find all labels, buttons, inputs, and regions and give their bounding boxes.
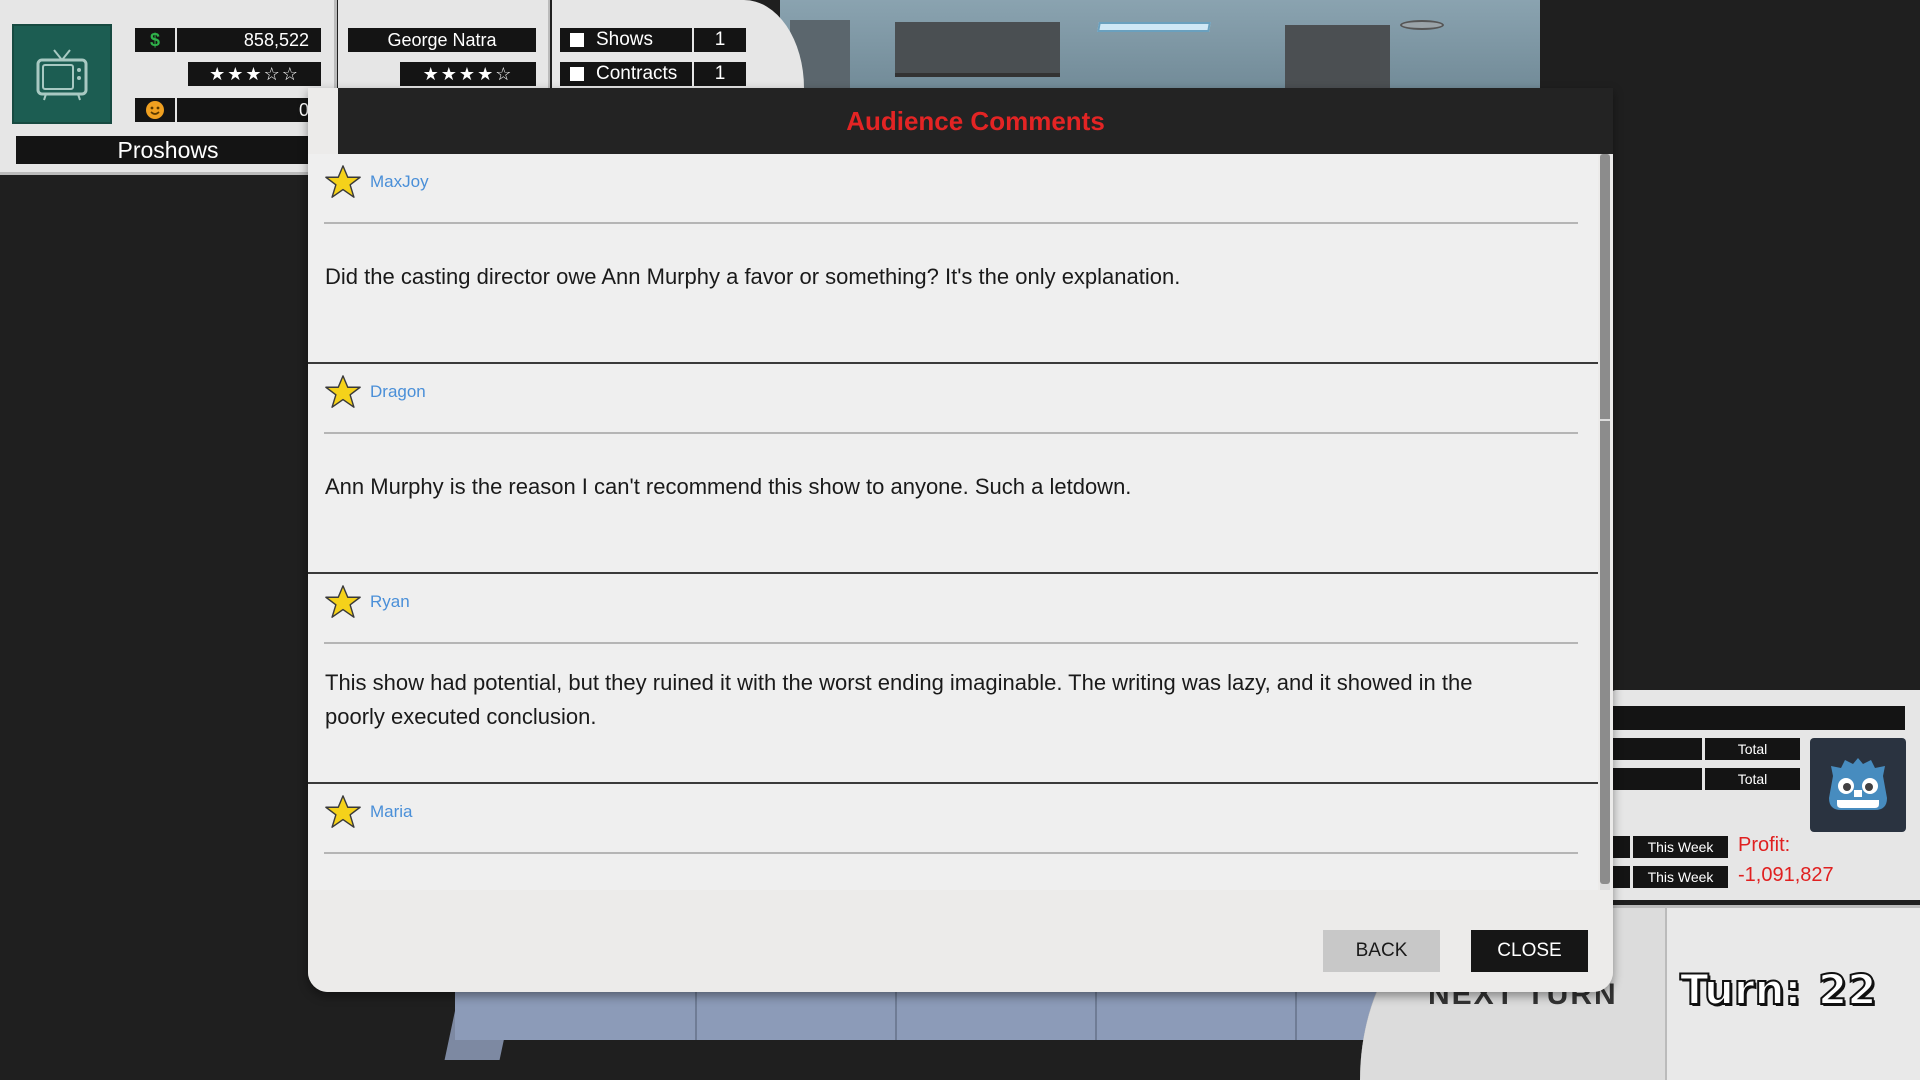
comment-header: Dragon bbox=[324, 372, 426, 412]
this-week-label: This Week bbox=[1633, 836, 1728, 858]
comment-text: Ann Murphy is the reason I can't recomme… bbox=[325, 474, 1132, 499]
finance-value-bar bbox=[1610, 738, 1702, 760]
office-floor bbox=[455, 985, 1405, 1040]
game-screen: $ 858,522 ★★★☆☆ 0 Proshows George Natra … bbox=[0, 0, 1920, 1080]
producer-panel: George Natra ★★★★☆ bbox=[338, 0, 550, 88]
comment-text: This show had potential, but they ruined… bbox=[325, 670, 1473, 729]
star-icon bbox=[325, 165, 361, 198]
star-icon bbox=[325, 795, 361, 828]
comment-item: Ryan This show had potential, but they r… bbox=[308, 574, 1598, 784]
finance-value-bar bbox=[1610, 768, 1702, 790]
turn-label: Turn: bbox=[1679, 964, 1802, 1015]
comments-scrollbar[interactable] bbox=[1600, 154, 1610, 890]
producer-rating-stars: ★★★★☆ bbox=[422, 63, 514, 84]
office-desk bbox=[895, 22, 1060, 77]
studio-panel: $ 858,522 ★★★☆☆ 0 Proshows bbox=[0, 0, 337, 175]
scrollbar-thumb[interactable] bbox=[1600, 154, 1610, 884]
dialog-title: Audience Comments bbox=[846, 105, 1105, 136]
finance-value-bar bbox=[1610, 866, 1630, 888]
contracts-label: Contracts bbox=[596, 63, 678, 84]
this-week-label: This Week bbox=[1633, 866, 1728, 888]
studio-name[interactable]: Proshows bbox=[16, 136, 320, 164]
contracts-counter[interactable]: Contracts bbox=[560, 62, 692, 86]
divider bbox=[324, 222, 1578, 224]
comment-header: MaxJoy bbox=[324, 162, 429, 202]
dialog-header: Audience Comments bbox=[338, 88, 1613, 154]
contracts-value: 1 bbox=[694, 62, 746, 86]
back-button[interactable]: BACK bbox=[1323, 930, 1440, 972]
star-icon bbox=[325, 375, 361, 408]
fans-value: 0 bbox=[177, 98, 321, 122]
comment-header: Ryan bbox=[324, 582, 410, 622]
shows-value: 1 bbox=[694, 28, 746, 52]
total-label: Total bbox=[1705, 768, 1800, 790]
comment-text: Did the casting director owe Ann Murphy … bbox=[325, 264, 1181, 289]
close-button[interactable]: CLOSE bbox=[1471, 930, 1588, 972]
checkbox-icon bbox=[570, 67, 584, 81]
comment-username[interactable]: MaxJoy bbox=[370, 172, 429, 192]
comment-item: MaxJoy Did the casting director owe Ann … bbox=[308, 154, 1598, 364]
comment-item: Maria bbox=[308, 784, 1598, 890]
comment-username[interactable]: Dragon bbox=[370, 382, 426, 402]
dialog-footer: BACK CLOSE bbox=[308, 890, 1613, 992]
ceiling-light bbox=[1097, 22, 1211, 32]
studio-rating: ★★★☆☆ bbox=[188, 62, 321, 86]
divider bbox=[324, 852, 1578, 854]
star-icon bbox=[325, 585, 361, 618]
profit-label: Profit: bbox=[1738, 834, 1791, 856]
comment-username[interactable]: Maria bbox=[370, 802, 413, 822]
producer-name[interactable]: George Natra bbox=[348, 28, 536, 52]
godot-robot-icon[interactable] bbox=[1810, 738, 1906, 832]
ceiling-fan bbox=[1400, 20, 1444, 30]
finance-header-bar bbox=[1610, 706, 1905, 730]
divider bbox=[324, 642, 1578, 644]
comment-item: Dragon Ann Murphy is the reason I can't … bbox=[308, 364, 1598, 574]
smiley-icon bbox=[135, 98, 175, 122]
finance-value-bar bbox=[1610, 836, 1630, 858]
money-icon: $ bbox=[135, 28, 175, 52]
audience-comments-dialog: Audience Comments MaxJoy Did the casting… bbox=[308, 88, 1613, 992]
comment-username[interactable]: Ryan bbox=[370, 592, 410, 612]
total-label: Total bbox=[1705, 738, 1800, 760]
money-value: 858,522 bbox=[177, 28, 321, 52]
checkbox-icon bbox=[570, 33, 584, 47]
divider bbox=[324, 432, 1578, 434]
profit-value: -1,091,827 bbox=[1738, 864, 1834, 886]
comment-header: Maria bbox=[324, 792, 413, 832]
turn-value: 22 bbox=[1817, 964, 1877, 1015]
scrollbar-notch bbox=[1600, 419, 1610, 421]
office-cabinet bbox=[1285, 25, 1390, 90]
comments-list[interactable]: MaxJoy Did the casting director owe Ann … bbox=[308, 154, 1598, 890]
tv-icon[interactable] bbox=[12, 24, 112, 124]
counts-panel: Shows 1 Contracts 1 bbox=[552, 0, 804, 88]
producer-rating: ★★★★☆ bbox=[400, 62, 536, 86]
shows-label: Shows bbox=[596, 29, 654, 50]
shows-counter[interactable]: Shows bbox=[560, 28, 692, 52]
office-background bbox=[780, 0, 1540, 100]
studio-rating-stars: ★★★☆☆ bbox=[209, 63, 300, 84]
